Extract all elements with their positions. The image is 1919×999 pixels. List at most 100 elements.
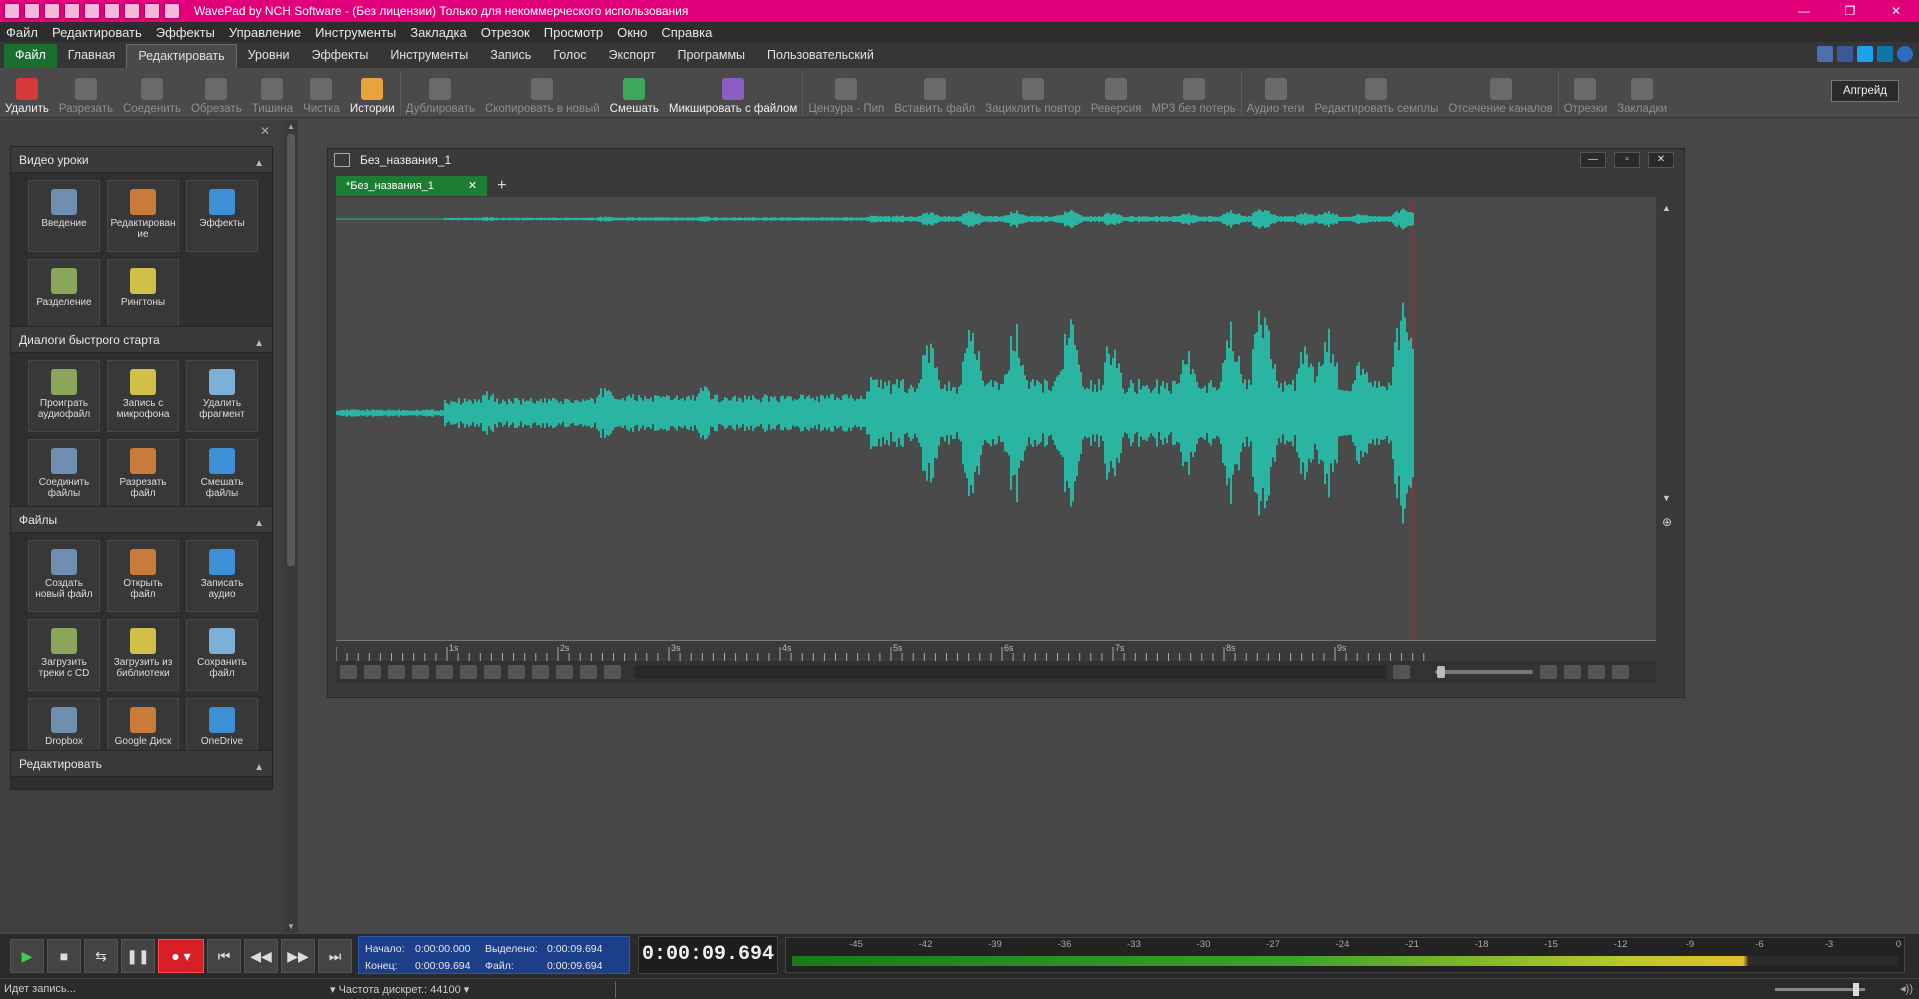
play-button[interactable]: ▶ (10, 939, 44, 973)
panel-item[interactable]: Запись с микрофона (107, 360, 179, 432)
help-icon[interactable] (1897, 46, 1913, 62)
clean-button[interactable]: Чистка (298, 68, 345, 118)
doc-minimize-button[interactable]: — (1580, 152, 1606, 168)
reverse-button[interactable]: Реверсия (1086, 68, 1147, 118)
facebook-icon[interactable] (1837, 46, 1853, 62)
panel-item[interactable]: Введение (28, 180, 100, 252)
waveform-tool-icon[interactable] (580, 665, 597, 679)
menu-item[interactable]: Эффекты (156, 25, 215, 40)
panel-item[interactable]: Открыть файл (107, 540, 179, 612)
collapse-icon[interactable]: ▲ (254, 511, 264, 537)
mp3-button[interactable]: MP3 без потерь (1146, 68, 1240, 118)
zoom-in-icon[interactable] (1540, 665, 1557, 679)
tab-8[interactable]: Экспорт (598, 44, 667, 68)
scroll-up-icon[interactable]: ▲ (1662, 203, 1671, 213)
edit-samples-button[interactable]: Редактировать семплы (1309, 68, 1443, 118)
menu-item[interactable]: Инструменты (315, 25, 396, 40)
waveform-tool-icon[interactable] (532, 665, 549, 679)
start-value[interactable]: 0:00:00.000 (415, 943, 485, 955)
upgrade-button[interactable]: Апгрейд (1831, 80, 1899, 102)
new-file-icon[interactable] (24, 3, 40, 19)
bookmarks-button[interactable]: Закладки (1612, 68, 1672, 118)
waveform-tool-icon[interactable] (508, 665, 525, 679)
insert-file-button[interactable]: Вставить файл (889, 68, 980, 118)
duplicate-button[interactable]: Дублировать (401, 68, 480, 118)
fast-forward-button[interactable]: ▶▶ (281, 939, 315, 973)
collapse-icon[interactable]: ▲ (254, 755, 264, 781)
split-button[interactable]: Разрезать (54, 68, 118, 118)
menu-item[interactable]: Управление (229, 25, 301, 40)
panel-item[interactable]: Сохранить файл (186, 619, 258, 691)
loop-button[interactable]: Зациклить повтор (980, 68, 1086, 118)
rewind-button[interactable]: ◀◀ (244, 939, 278, 973)
scrollbar-thumb[interactable] (287, 134, 295, 566)
save-icon[interactable] (64, 3, 80, 19)
volume-icon[interactable]: ◂)) (1900, 982, 1913, 995)
regions-button[interactable]: Отрезки (1559, 68, 1612, 118)
zoom-out-icon[interactable] (1393, 665, 1410, 679)
menu-item[interactable]: Отрезок (481, 25, 530, 40)
scroll-down-icon[interactable]: ▼ (287, 922, 295, 931)
tags-button[interactable]: Аудио теги (1242, 68, 1310, 118)
panel-item[interactable]: Рингтоны (107, 259, 179, 331)
panel-item[interactable]: Удалить фрагмент (186, 360, 258, 432)
tab-9[interactable]: Программы (667, 44, 757, 68)
collapse-icon[interactable]: ▲ (254, 151, 264, 177)
volume-thumb[interactable] (1853, 983, 1859, 996)
restore-button[interactable]: ❐ (1827, 0, 1873, 22)
open-icon[interactable] (44, 3, 60, 19)
end-value[interactable]: 0:00:09.694 (415, 960, 485, 972)
waveform-tool-icon[interactable] (340, 665, 357, 679)
tab-3[interactable]: Уровни (237, 44, 301, 68)
waveform-tool-icon[interactable] (436, 665, 453, 679)
waveform-view[interactable] (336, 197, 1656, 640)
censor-button[interactable]: Цензура - Пип (803, 68, 889, 118)
menu-item[interactable]: Просмотр (544, 25, 603, 40)
panel-item[interactable]: Проиграть аудиофайл (28, 360, 100, 432)
tab-1[interactable]: Главная (57, 44, 127, 68)
panel-item[interactable]: Создать новый файл (28, 540, 100, 612)
waveform-tool-icon[interactable] (412, 665, 429, 679)
panel-item[interactable]: Записать аудио (186, 540, 258, 612)
doc-maximize-button[interactable]: ▫ (1614, 152, 1640, 168)
waveform-tool-icon[interactable] (556, 665, 573, 679)
panel-item[interactable]: Загрузить из библиотеки (107, 619, 179, 691)
silence-button[interactable]: Тишина (247, 68, 298, 118)
redo-icon[interactable] (164, 3, 180, 19)
zoom-slider[interactable] (1435, 666, 1533, 678)
zoom-selection-icon[interactable] (1564, 665, 1581, 679)
panel-header[interactable]: Диалоги быстрого старта ▲ (11, 327, 272, 353)
panel-item[interactable]: Разрезать файл (107, 439, 179, 511)
panel-item[interactable]: Разделение (28, 259, 100, 331)
collapse-icon[interactable]: ▲ (254, 331, 264, 357)
add-tab-button[interactable]: + (497, 177, 506, 195)
tab-2[interactable]: Редактировать (126, 44, 237, 68)
copy-icon[interactable] (104, 3, 120, 19)
waveform-vertical-scrollbar[interactable]: ▲ ▼ ⊕ (1656, 197, 1678, 640)
sidebar-close-icon[interactable]: ✕ (260, 124, 270, 138)
skip-start-button[interactable]: ⏮ (207, 939, 241, 973)
scroll-down-icon[interactable]: ▼ (1662, 493, 1671, 503)
waveform-tool-icon[interactable] (364, 665, 381, 679)
record-button[interactable]: ● ▾ (158, 939, 204, 973)
zoom-slider-thumb[interactable] (1437, 666, 1445, 678)
scroll-up-icon[interactable]: ▲ (287, 122, 295, 131)
like-icon[interactable] (1817, 46, 1833, 62)
history-button[interactable]: Истории (345, 68, 400, 118)
trim-button[interactable]: Обрезать (186, 68, 247, 118)
copy-to-new-button[interactable]: Скопировать в новый (480, 68, 605, 118)
vertical-zoom-in-icon[interactable]: ⊕ (1662, 515, 1672, 529)
channel-cut-button[interactable]: Отсечение каналов (1443, 68, 1557, 118)
tab-7[interactable]: Голос (542, 44, 597, 68)
tab-6[interactable]: Запись (479, 44, 542, 68)
minimize-button[interactable]: — (1781, 0, 1827, 22)
zoom-fit-icon[interactable] (1612, 665, 1629, 679)
panel-header[interactable]: Видео уроки ▲ (11, 147, 272, 173)
undo-icon[interactable] (144, 3, 160, 19)
join-button[interactable]: Соеденить (118, 68, 186, 118)
tab-0[interactable]: Файл (4, 44, 57, 68)
twitter-icon[interactable] (1857, 46, 1873, 62)
panel-item[interactable]: Соединить файлы (28, 439, 100, 511)
panel-header[interactable]: Редактировать ▲ (11, 751, 272, 777)
tab-5[interactable]: Инструменты (379, 44, 479, 68)
